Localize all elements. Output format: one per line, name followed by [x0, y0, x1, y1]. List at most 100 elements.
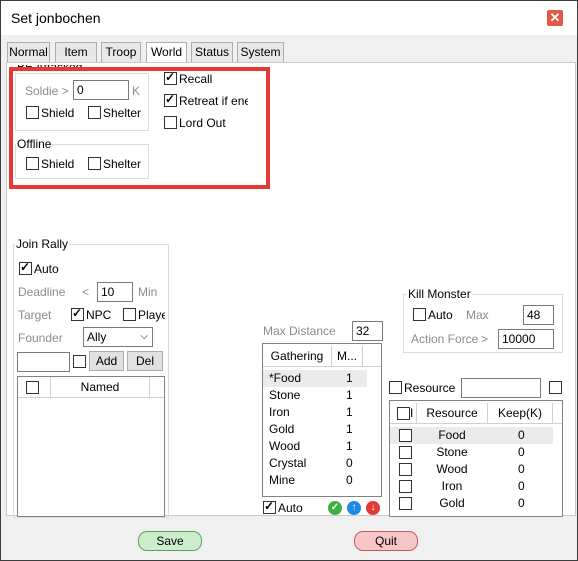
- resource-table[interactable]: I Resource Keep(K) Food 0 Stone 0 Wood 0…: [389, 400, 563, 517]
- gathering-column-header: Gathering: [263, 346, 332, 366]
- resource-row[interactable]: Gold 0: [390, 495, 553, 512]
- monster-max-label: Max: [466, 308, 489, 322]
- keep-column-header: Keep(K): [488, 403, 553, 423]
- gathering-row-value: 1: [346, 388, 353, 402]
- named-select-all-checkbox[interactable]: [26, 381, 39, 394]
- gathering-row-name: Gold: [269, 422, 295, 436]
- monster-max-input[interactable]: 48: [523, 305, 554, 325]
- resource-row[interactable]: Wood 0: [390, 461, 553, 478]
- gathering-row[interactable]: Iron 1: [263, 404, 367, 421]
- resource-row-keep: 0: [518, 462, 525, 476]
- resource-row-checkbox[interactable]: [399, 463, 412, 476]
- founder-select[interactable]: Ally ⌵: [83, 327, 153, 347]
- gathering-row-name: Stone: [269, 388, 301, 402]
- gathering-table[interactable]: Gathering M... *Food 1 Stone 1 Iron 1 Go…: [262, 343, 382, 497]
- gathering-row[interactable]: Mine 0: [263, 472, 367, 489]
- highlight-box: [9, 67, 270, 189]
- resource-row[interactable]: Food 0: [390, 427, 553, 444]
- gathering-row-value: 1: [346, 439, 353, 453]
- gathering-row[interactable]: Wood 1: [263, 438, 367, 455]
- tab-world[interactable]: World: [146, 42, 187, 63]
- resource-row-keep: 0: [518, 479, 525, 493]
- monster-auto-label: Auto: [428, 308, 453, 322]
- gathering-row[interactable]: Stone 1: [263, 387, 367, 404]
- named-checkbox[interactable]: [73, 355, 86, 368]
- deadline-input[interactable]: 10: [97, 282, 133, 302]
- tab-normal[interactable]: Normal: [7, 42, 50, 63]
- gathering-row[interactable]: Crystal 0: [263, 455, 367, 472]
- target-player-checkbox[interactable]: [123, 308, 136, 321]
- action-force-label: Action Force: [411, 332, 479, 346]
- save-button[interactable]: Save: [138, 531, 202, 551]
- gathering-row-name: Mine: [269, 473, 296, 487]
- tab-item[interactable]: Item: [55, 42, 97, 63]
- resource-row-name: Iron: [441, 479, 463, 493]
- kill-monster-label: Kill Monster: [407, 287, 472, 301]
- resource-input[interactable]: [461, 378, 541, 398]
- resource-row-checkbox[interactable]: [399, 480, 412, 493]
- named-header-check-cell: [18, 377, 51, 397]
- target-npc-checkbox[interactable]: [71, 306, 84, 321]
- gathering-row-value: 1: [346, 405, 353, 419]
- tab-status[interactable]: Status: [191, 42, 233, 63]
- resource-row-keep: 0: [518, 428, 525, 442]
- gathering-max-column-header: M...: [332, 346, 363, 366]
- target-npc-label: NPC: [86, 308, 112, 322]
- resource-header-check-cell: I: [390, 403, 417, 423]
- gathering-table-header: Gathering M...: [263, 346, 381, 367]
- monster-auto-checkbox[interactable]: [413, 308, 426, 321]
- gathering-row-name: Iron: [269, 405, 290, 419]
- settings-window: Set jonbochen ✕ Normal Item Troop World …: [0, 0, 578, 561]
- chevron-down-icon: ⌵: [140, 331, 148, 342]
- gathering-row-value: 0: [346, 473, 353, 487]
- founder-select-value: Ally: [87, 330, 107, 344]
- resource-row-keep: 0: [518, 496, 525, 510]
- close-icon[interactable]: ✕: [547, 10, 563, 26]
- window-title: Set jonbochen: [11, 10, 101, 26]
- move-down-icon[interactable]: ↓: [366, 501, 380, 515]
- tab-troop[interactable]: Troop: [101, 42, 141, 63]
- max-distance-input[interactable]: 32: [352, 321, 383, 341]
- tab-system[interactable]: System: [237, 42, 284, 63]
- gathering-row[interactable]: Gold 1: [263, 421, 367, 438]
- gathering-auto-label: Auto: [278, 501, 303, 515]
- quit-button[interactable]: Quit: [354, 531, 418, 551]
- gathering-row-value: 1: [346, 371, 353, 385]
- resource-label: Resource: [404, 381, 456, 395]
- add-button[interactable]: Add: [89, 351, 124, 371]
- gathering-row[interactable]: *Food 1: [263, 370, 367, 387]
- resource-checkbox[interactable]: [389, 381, 402, 394]
- resource-row-checkbox[interactable]: [399, 446, 412, 459]
- resource-select-all-checkbox[interactable]: [397, 407, 410, 420]
- named-input[interactable]: [17, 352, 70, 372]
- resource-row-checkbox[interactable]: [399, 429, 412, 442]
- resource-row[interactable]: Stone 0: [390, 444, 553, 461]
- target-player-label: Playe: [138, 308, 165, 322]
- join-rally-label: Join Rally: [15, 237, 70, 251]
- named-column-header: Named: [51, 377, 150, 397]
- action-force-gt: >: [481, 332, 489, 346]
- resource-row[interactable]: Iron 0: [390, 478, 553, 495]
- resource-column-header: Resource: [417, 403, 488, 423]
- resource-row-name: Food: [438, 428, 466, 442]
- gathering-auto-checkbox[interactable]: [263, 499, 276, 514]
- rally-auto-label: Auto: [34, 262, 59, 276]
- resource-extra-checkbox[interactable]: [549, 381, 562, 394]
- max-distance-label: Max Distance: [263, 324, 336, 338]
- named-list-header: Named: [18, 377, 164, 398]
- move-up-icon[interactable]: ↑: [347, 501, 361, 515]
- action-force-input[interactable]: 10000: [498, 329, 554, 349]
- named-list[interactable]: Named: [17, 376, 165, 517]
- title-bar: Set jonbochen ✕: [1, 1, 577, 35]
- resource-row-checkbox[interactable]: [399, 497, 412, 510]
- gathering-row-name: Wood: [269, 439, 301, 453]
- resource-row-name: Stone: [436, 445, 468, 459]
- gathering-row-name: *Food: [269, 371, 302, 385]
- confirm-check-icon[interactable]: ✓: [328, 501, 342, 515]
- deadline-label: Deadline: [18, 285, 66, 299]
- del-button[interactable]: Del: [127, 351, 163, 371]
- rally-auto-checkbox[interactable]: [19, 260, 32, 275]
- gathering-row-value: 0: [346, 456, 353, 470]
- resource-row-name: Gold: [439, 496, 465, 510]
- deadline-min-label: Min: [138, 285, 158, 299]
